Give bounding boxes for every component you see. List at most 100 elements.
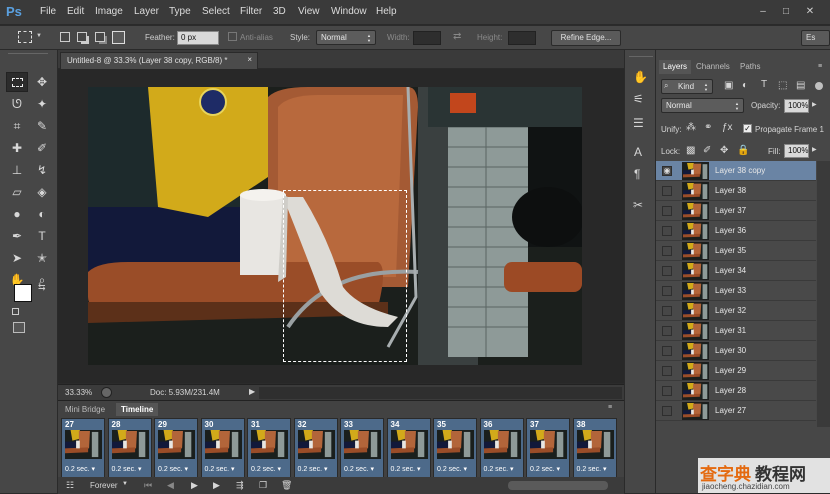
layer-row[interactable]: Layer 37 bbox=[656, 201, 816, 221]
layer-row[interactable]: Layer 36 bbox=[656, 221, 816, 241]
animation-frame[interactable]: 38 0.2 sec. ▾ bbox=[572, 418, 617, 478]
tab-layers[interactable]: Layers bbox=[659, 60, 692, 74]
layer-row[interactable]: Layer 31 bbox=[656, 321, 816, 341]
adjustments-panel-icon[interactable]: ⚟ bbox=[633, 92, 644, 106]
animation-frame[interactable]: 35 0.2 sec. ▾ bbox=[433, 418, 477, 478]
chevron-down-icon[interactable]: ▼ bbox=[122, 481, 128, 487]
animation-frame[interactable]: 37 0.2 sec. ▾ bbox=[526, 418, 570, 478]
layer-row[interactable]: Layer 30 bbox=[656, 341, 816, 361]
layer-name[interactable]: Layer 37 bbox=[715, 206, 746, 215]
swap-icon[interactable]: ⇄ bbox=[453, 31, 461, 42]
previous-frame-icon[interactable]: ◀ bbox=[167, 480, 174, 491]
shape-filter-icon[interactable]: ⬚ bbox=[778, 80, 787, 91]
paragraph-panel-icon[interactable]: ¶ bbox=[634, 167, 640, 181]
style-select[interactable]: Normal bbox=[316, 30, 376, 45]
visibility-toggle[interactable] bbox=[662, 286, 672, 296]
minimize-button[interactable]: – bbox=[755, 5, 771, 18]
timeline-scrollbar[interactable] bbox=[508, 481, 608, 490]
unify-visibility-icon[interactable]: ⚭ bbox=[704, 122, 712, 133]
animation-frame[interactable]: 31 0.2 sec. ▾ bbox=[247, 418, 291, 478]
menu-view[interactable]: View bbox=[298, 6, 320, 17]
layer-row[interactable]: Layer 35 bbox=[656, 241, 816, 261]
layer-name[interactable]: Layer 32 bbox=[715, 306, 746, 315]
layer-row[interactable]: Layer 38 bbox=[656, 181, 816, 201]
blend-mode-select[interactable]: Normal bbox=[661, 98, 744, 113]
swap-colors-icon[interactable]: ⇆ bbox=[38, 282, 46, 293]
fill-input[interactable]: 100% bbox=[784, 144, 809, 158]
tween-icon[interactable]: ⇶ bbox=[236, 480, 244, 491]
character-panel-icon[interactable]: A bbox=[634, 145, 642, 159]
layer-name[interactable]: Layer 35 bbox=[715, 246, 746, 255]
new-selection-icon[interactable] bbox=[60, 32, 70, 42]
lock-pixels-icon[interactable]: ✐ bbox=[703, 145, 711, 156]
frame-delay[interactable]: 0.2 sec. ▾ bbox=[484, 465, 514, 473]
next-frame-icon[interactable]: ▶ bbox=[213, 480, 220, 491]
animation-frame[interactable]: 33 0.2 sec. ▾ bbox=[340, 418, 384, 478]
visibility-toggle[interactable] bbox=[662, 246, 672, 256]
document-canvas-image[interactable] bbox=[88, 87, 582, 365]
animation-frame[interactable]: 34 0.2 sec. ▾ bbox=[386, 418, 431, 478]
layer-row[interactable]: Layer 32 bbox=[656, 301, 816, 321]
duplicate-frame-icon[interactable]: ❐ bbox=[259, 480, 267, 491]
layer-name[interactable]: Layer 34 bbox=[715, 266, 746, 275]
feather-input[interactable]: 0 px bbox=[177, 31, 219, 45]
frame-delay[interactable]: 0.2 sec. ▾ bbox=[344, 465, 374, 473]
visibility-toggle[interactable] bbox=[662, 306, 672, 316]
refine-edge-button[interactable]: Refine Edge... bbox=[551, 30, 621, 46]
visibility-toggle[interactable] bbox=[662, 386, 672, 396]
path-selection-tool-icon[interactable]: ➤ bbox=[6, 248, 28, 268]
quick-mask-icon[interactable] bbox=[13, 322, 25, 333]
propagate-checkbox[interactable]: ✓ bbox=[743, 124, 752, 133]
animation-frame[interactable]: 27 0.2 sec. ▾ bbox=[61, 418, 105, 478]
visibility-toggle[interactable] bbox=[662, 226, 672, 236]
horizontal-scrollbar[interactable] bbox=[259, 387, 622, 399]
pixel-filter-icon[interactable]: ▣ bbox=[724, 80, 733, 91]
delete-frame-icon[interactable]: 🗑 bbox=[281, 480, 292, 491]
panel-menu-icon[interactable]: ≡ bbox=[608, 404, 612, 411]
history-panel-icon[interactable]: ✋ bbox=[633, 70, 648, 84]
frame-delay[interactable]: 0.2 sec. ▾ bbox=[391, 465, 421, 473]
magic-wand-tool-icon[interactable]: ✦ bbox=[31, 94, 53, 114]
visibility-toggle[interactable] bbox=[662, 206, 672, 216]
menu-type[interactable]: Type bbox=[169, 6, 191, 17]
frame-delay[interactable]: 0.2 sec. ▾ bbox=[112, 465, 142, 473]
rect-marquee-preset-icon[interactable] bbox=[18, 31, 32, 43]
menu-select[interactable]: Select bbox=[202, 6, 230, 17]
lock-transparent-icon[interactable]: ▩ bbox=[686, 145, 695, 156]
tab-channels[interactable]: Channels bbox=[692, 60, 734, 74]
close-window-button[interactable]: ✕ bbox=[802, 5, 818, 18]
status-menu-icon[interactable] bbox=[101, 387, 112, 398]
fill-dropdown-icon[interactable]: ▶ bbox=[812, 146, 817, 153]
tab-mini-bridge[interactable]: Mini Bridge bbox=[60, 403, 110, 416]
antialias-checkbox[interactable] bbox=[228, 32, 237, 41]
pen-tool-icon[interactable]: ✒ bbox=[6, 226, 28, 246]
eraser-tool-icon[interactable]: ▱ bbox=[6, 182, 28, 202]
unify-style-icon[interactable]: ƒx bbox=[722, 122, 733, 133]
workspace-select[interactable]: Es bbox=[801, 30, 830, 46]
visibility-toggle[interactable] bbox=[662, 366, 672, 376]
lasso-tool-icon[interactable]: ᘎ bbox=[6, 94, 28, 114]
layer-name[interactable]: Layer 31 bbox=[715, 326, 746, 335]
properties-panel-icon[interactable]: ☰ bbox=[633, 116, 644, 130]
lock-all-icon[interactable]: 🔒 bbox=[737, 145, 749, 156]
visibility-toggle[interactable] bbox=[662, 346, 672, 356]
marquee-tool-icon[interactable] bbox=[6, 72, 28, 92]
frame-delay[interactable]: 0.2 sec. ▾ bbox=[530, 465, 560, 473]
chevron-down-icon[interactable]: ▼ bbox=[36, 33, 42, 39]
convert-timeline-icon[interactable]: ☷ bbox=[66, 480, 74, 491]
marquee-selection[interactable] bbox=[283, 190, 407, 362]
layer-row[interactable]: Layer 28 bbox=[656, 381, 816, 401]
height-input[interactable] bbox=[508, 31, 536, 45]
opacity-dropdown-icon[interactable]: ▶ bbox=[812, 101, 817, 108]
play-icon[interactable]: ▶ bbox=[191, 480, 198, 491]
frame-delay[interactable]: 0.2 sec. ▾ bbox=[205, 465, 235, 473]
clone-stamp-tool-icon[interactable]: ⊥ bbox=[6, 160, 28, 180]
menu-3d[interactable]: 3D bbox=[273, 6, 286, 17]
frame-delay[interactable]: 0.2 sec. ▾ bbox=[577, 465, 607, 473]
tab-paths[interactable]: Paths bbox=[736, 60, 764, 74]
animation-frame[interactable]: 28 0.2 sec. ▾ bbox=[107, 418, 152, 478]
smart-object-filter-icon[interactable]: ▤ bbox=[796, 80, 805, 91]
tools-panel-icon[interactable]: ✂ bbox=[633, 198, 643, 212]
restore-button[interactable]: □ bbox=[778, 5, 794, 18]
menu-image[interactable]: Image bbox=[95, 6, 123, 17]
